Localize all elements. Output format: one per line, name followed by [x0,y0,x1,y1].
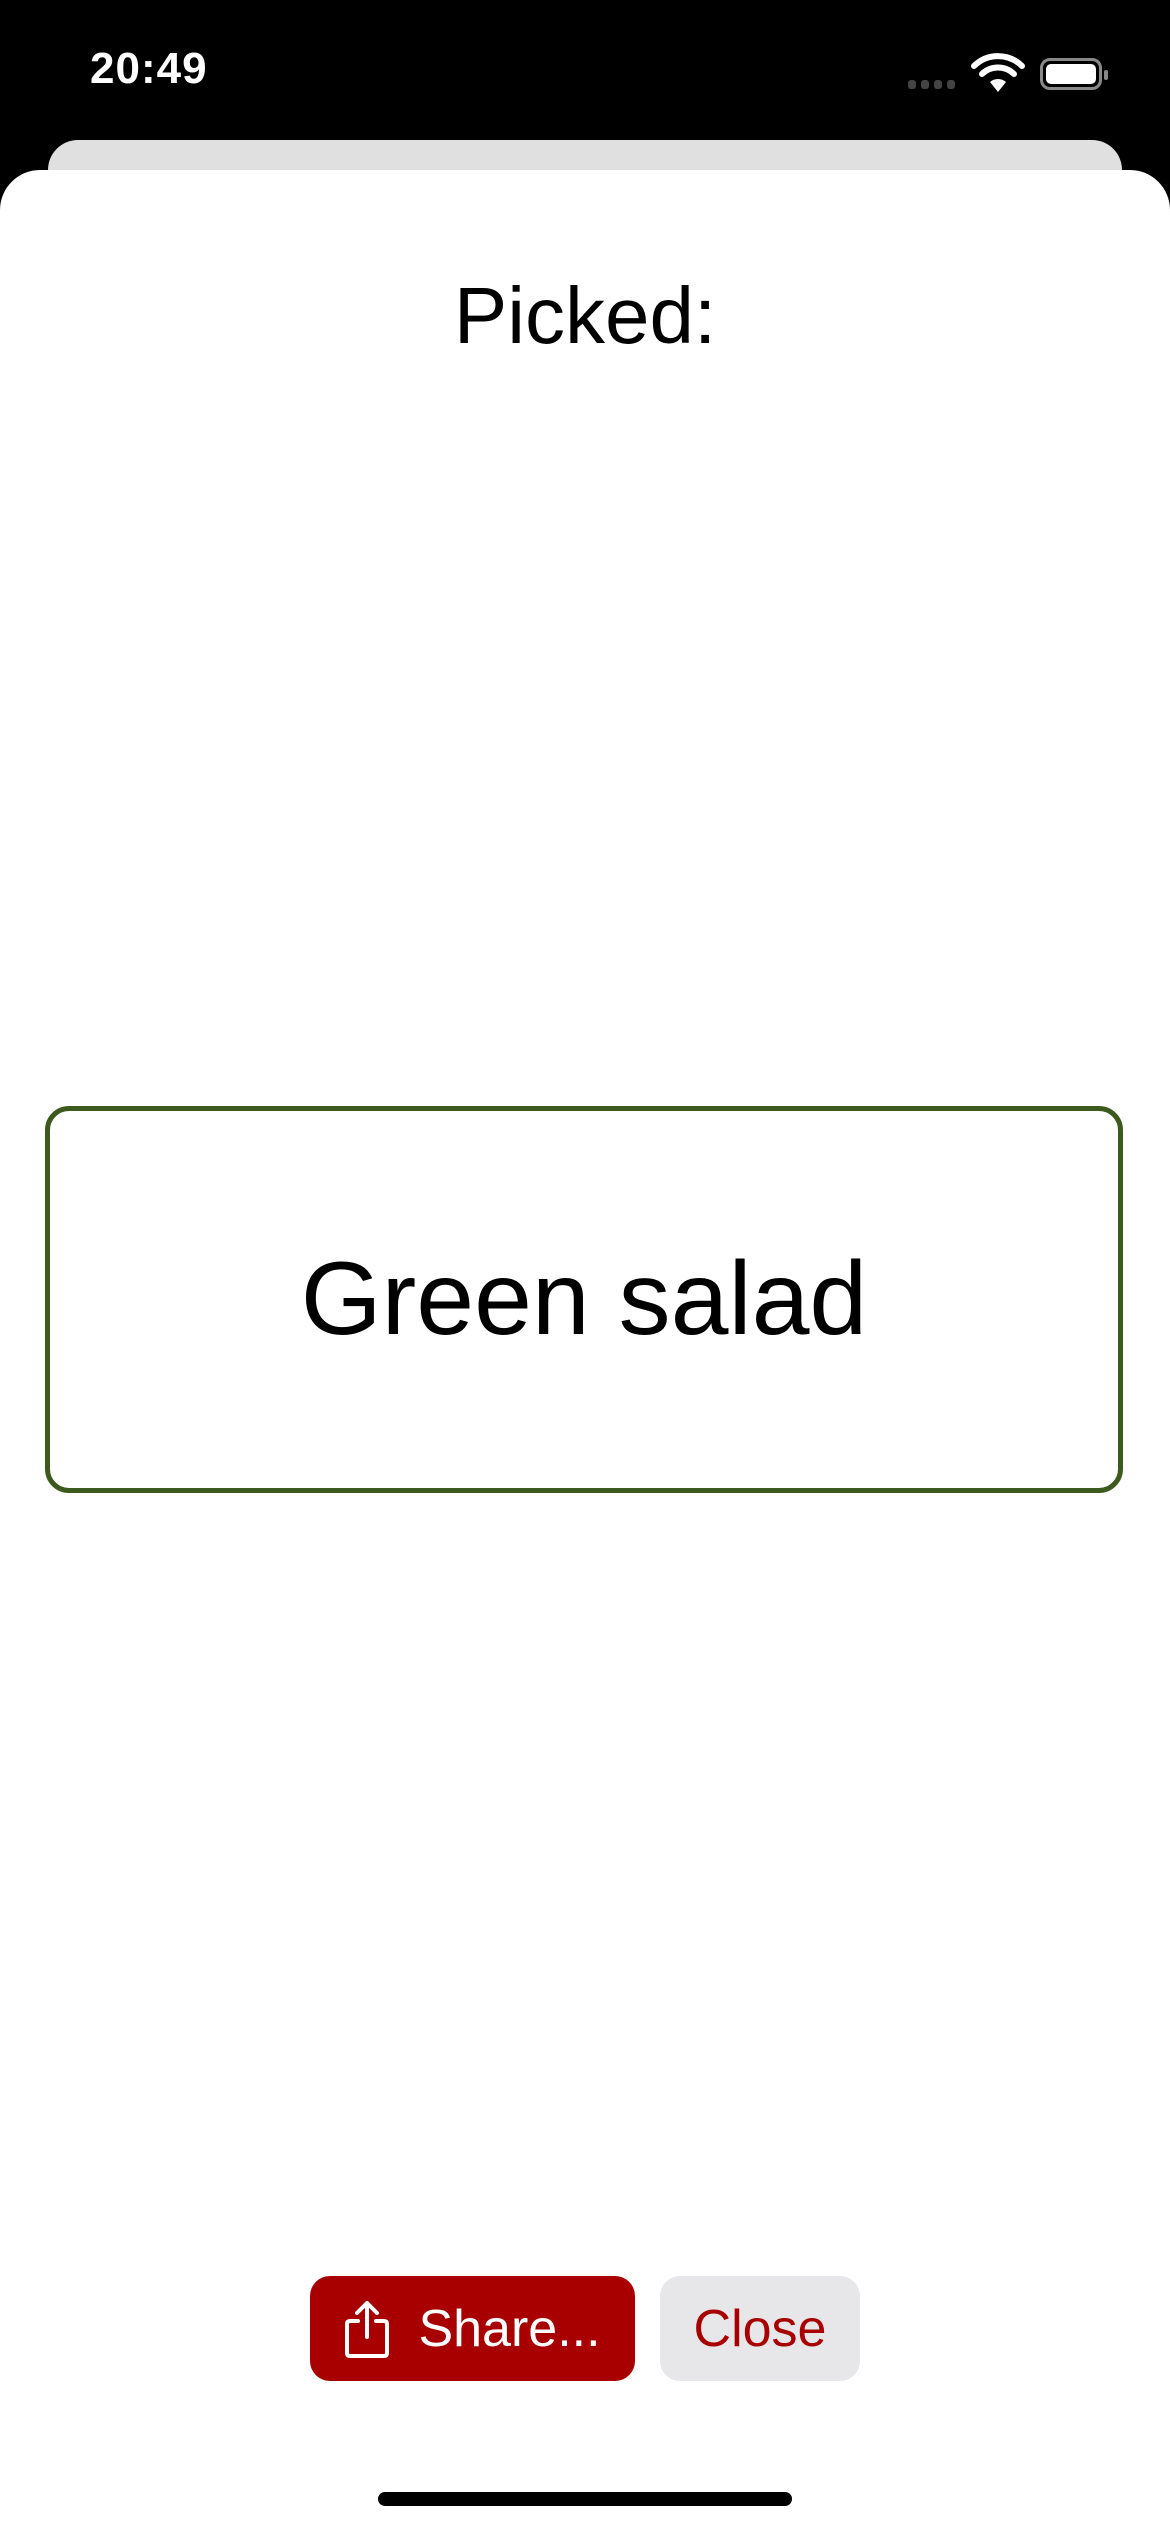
wifi-icon [971,53,1025,92]
picked-item-card: Green salad [45,1106,1123,1493]
battery-icon [1040,58,1108,90]
page-title: Picked: [453,271,717,360]
picked-item-label: Green salad [300,1241,868,1357]
cellular-signal-icon [908,80,955,89]
close-button[interactable]: Close [660,2276,860,2381]
share-button[interactable]: Share... [310,2276,635,2381]
status-time: 20:49 [90,44,208,93]
share-button-label: Share... [418,2299,601,2358]
home-indicator [378,2492,792,2506]
share-icon [345,2300,390,2358]
close-button-label: Close [693,2299,827,2358]
